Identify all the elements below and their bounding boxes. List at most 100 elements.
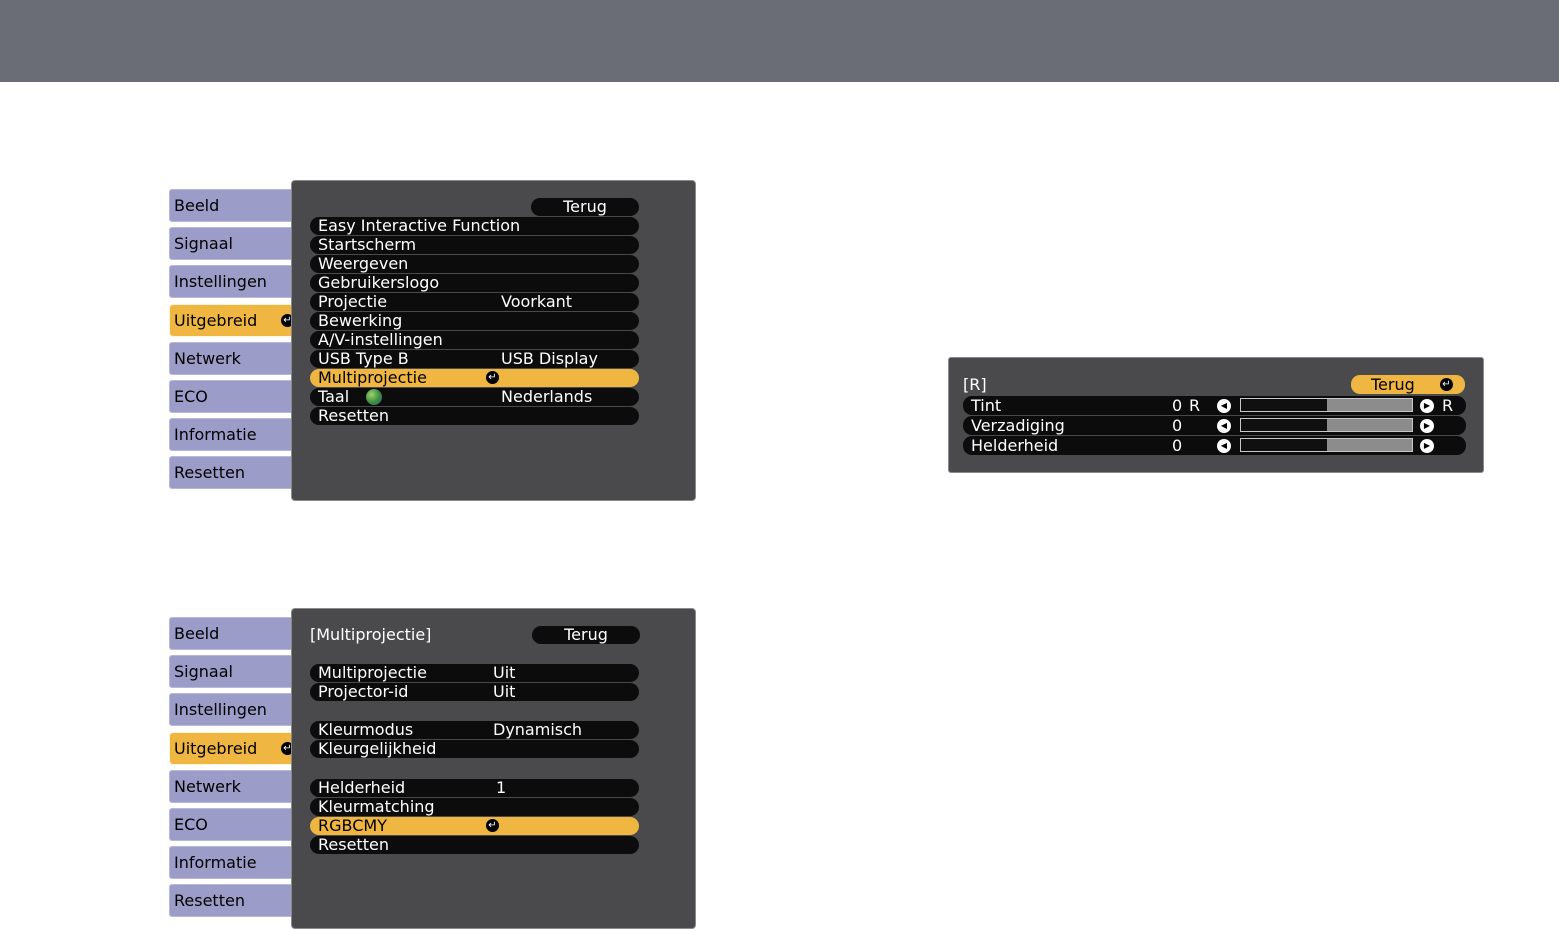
menu-item-kleurmodus[interactable]: Kleurmodus Dynamisch — [310, 721, 639, 739]
settings-menu-extended: Beeld Signaal Instellingen Uitgebreid ↵ N… — [169, 180, 697, 502]
item-value: USB Display — [501, 349, 598, 368]
tab-label: Beeld — [174, 196, 220, 215]
menu-item-bewerking[interactable]: Bewerking — [310, 312, 639, 330]
tab-beeld[interactable]: Beeld — [169, 189, 292, 222]
menu-item-resetten[interactable]: Resetten — [310, 836, 639, 854]
menu-item-usb-type-b[interactable]: USB Type B USB Display — [310, 350, 639, 368]
item-label: Resetten — [318, 835, 389, 854]
menu-item-easy-interactive[interactable]: Easy Interactive Function — [310, 217, 639, 235]
menu-item-projector-id[interactable]: Projector-id Uit — [310, 683, 639, 701]
tab-uitgebreid[interactable]: Uitgebreid ↵ — [169, 303, 300, 337]
menu-panel: [Multiprojectie] Terug Multiprojectie Ui… — [291, 608, 696, 929]
menu-tabs: Beeld Signaal Instellingen Uitgebreid ↵ N… — [169, 189, 300, 495]
menu-item-gebruikerslogo[interactable]: Gebruikerslogo — [310, 274, 639, 292]
item-value: Nederlands — [501, 387, 593, 406]
tab-label: Informatie — [174, 425, 257, 445]
item-value: Uit — [493, 682, 516, 701]
tab-label: Resetten — [174, 891, 245, 911]
item-value: Dynamisch — [493, 720, 583, 739]
menu-item-resetten[interactable]: Resetten — [310, 407, 639, 425]
tab-eco[interactable]: ECO — [169, 807, 292, 841]
arrow-left-icon[interactable]: ◀ — [1217, 419, 1231, 433]
rgbcmy-adjust-panel: [R] Terug ↵ Tint 0 R ◀ ▶ R Verzadiging 0… — [948, 357, 1484, 473]
menu-item-av-instellingen[interactable]: A/V-instellingen — [310, 331, 639, 349]
tab-label: Netwerk — [174, 348, 241, 368]
arrow-left-icon[interactable]: ◀ — [1217, 399, 1231, 413]
enter-icon: ↵ — [486, 819, 499, 832]
slider-track[interactable] — [1240, 398, 1413, 412]
tab-resetten[interactable]: Resetten — [169, 456, 292, 490]
menu-item-projectie[interactable]: Projectie Voorkant — [310, 293, 639, 311]
tab-resetten[interactable]: Resetten — [169, 884, 292, 918]
item-label: Kleurmatching — [318, 797, 435, 816]
arrow-right-icon[interactable]: ▶ — [1420, 439, 1434, 453]
tab-instellingen[interactable]: Instellingen — [169, 265, 292, 299]
menu-item-taal[interactable]: Taal Nederlands — [310, 388, 639, 406]
tab-label: Signaal — [174, 662, 233, 682]
row-value: 0 — [1172, 436, 1183, 455]
tab-uitgebreid[interactable]: Uitgebreid ↵ — [169, 731, 300, 765]
menu-item-helderheid[interactable]: Helderheid 1 — [310, 779, 639, 797]
tab-instellingen[interactable]: Instellingen — [169, 693, 292, 727]
tab-informatie[interactable]: Informatie — [169, 418, 292, 452]
tab-label: Resetten — [174, 463, 245, 483]
tab-label: Instellingen — [174, 272, 267, 292]
item-label: Bewerking — [318, 311, 403, 330]
menu-item-weergeven[interactable]: Weergeven — [310, 255, 639, 273]
menu-tabs: Beeld Signaal Instellingen Uitgebreid ↵ N… — [169, 617, 300, 923]
row-left-label: R — [1189, 396, 1201, 415]
item-value: 1 — [496, 778, 507, 797]
menu-item-multiprojectie[interactable]: Multiprojectie Uit — [310, 664, 639, 682]
menu-item-kleurgelijkheid[interactable]: Kleurgelijkheid — [310, 740, 639, 758]
item-label: Projector-id — [318, 682, 409, 701]
item-value: Voorkant — [501, 292, 573, 311]
item-label: Projectie — [318, 292, 388, 311]
row-value: 0 — [1172, 396, 1183, 415]
item-label: Kleurgelijkheid — [318, 739, 437, 758]
menu-panel: Terug Easy Interactive Function Startsch… — [291, 180, 696, 501]
tab-eco[interactable]: ECO — [169, 379, 292, 413]
menu-item-multiprojectie[interactable]: Multiprojectie ↵ — [310, 369, 639, 387]
tab-label: Uitgebreid — [174, 310, 258, 330]
tab-beeld[interactable]: Beeld — [169, 617, 292, 650]
arrow-right-icon[interactable]: ▶ — [1420, 419, 1434, 433]
menu-item-kleurmatching[interactable]: Kleurmatching — [310, 798, 639, 816]
item-value: Uit — [493, 663, 516, 682]
tab-netwerk[interactable]: Netwerk — [169, 769, 292, 803]
item-label: Multiprojectie — [318, 663, 427, 682]
item-label: Gebruikerslogo — [318, 273, 440, 292]
adjust-row-helderheid[interactable]: Helderheid 0 ◀ ▶ — [963, 436, 1466, 455]
item-label: Multiprojectie — [318, 368, 427, 387]
tab-label: Instellingen — [174, 700, 267, 720]
row-label: Verzadiging — [971, 416, 1065, 435]
tab-netwerk[interactable]: Netwerk — [169, 341, 292, 375]
slider-track[interactable] — [1240, 438, 1413, 452]
adjust-row-tint[interactable]: Tint 0 R ◀ ▶ R — [963, 396, 1466, 415]
tab-label: Netwerk — [174, 776, 241, 796]
arrow-left-icon[interactable]: ◀ — [1217, 439, 1231, 453]
tab-label: Signaal — [174, 234, 233, 254]
tab-signaal[interactable]: Signaal — [169, 655, 292, 689]
menu-item-startscherm[interactable]: Startscherm — [310, 236, 639, 254]
item-label: RGBCMY — [318, 816, 387, 835]
tab-signaal[interactable]: Signaal — [169, 227, 292, 261]
breadcrumb: [Multiprojectie] — [310, 625, 432, 644]
tab-label: Informatie — [174, 853, 257, 873]
slider-fill — [1241, 399, 1327, 411]
item-label: Helderheid — [318, 778, 406, 797]
back-button[interactable]: Terug ↵ — [1351, 375, 1465, 394]
globe-icon — [366, 389, 382, 405]
menu-item-rgbcmy[interactable]: RGBCMY ↵ — [310, 817, 639, 835]
header-bar — [0, 0, 1559, 82]
back-label: Terug — [1371, 375, 1415, 394]
enter-icon: ↵ — [1440, 378, 1453, 391]
arrow-right-icon[interactable]: ▶ — [1420, 399, 1434, 413]
back-button[interactable]: Terug — [532, 626, 640, 644]
item-label: Easy Interactive Function — [318, 216, 521, 235]
tab-informatie[interactable]: Informatie — [169, 846, 292, 880]
multiprojection-menu: Beeld Signaal Instellingen Uitgebreid ↵ N… — [169, 608, 697, 930]
item-label: Startscherm — [318, 235, 417, 254]
slider-track[interactable] — [1240, 418, 1413, 432]
back-button[interactable]: Terug — [531, 198, 639, 216]
adjust-row-verzadiging[interactable]: Verzadiging 0 ◀ ▶ — [963, 416, 1466, 435]
